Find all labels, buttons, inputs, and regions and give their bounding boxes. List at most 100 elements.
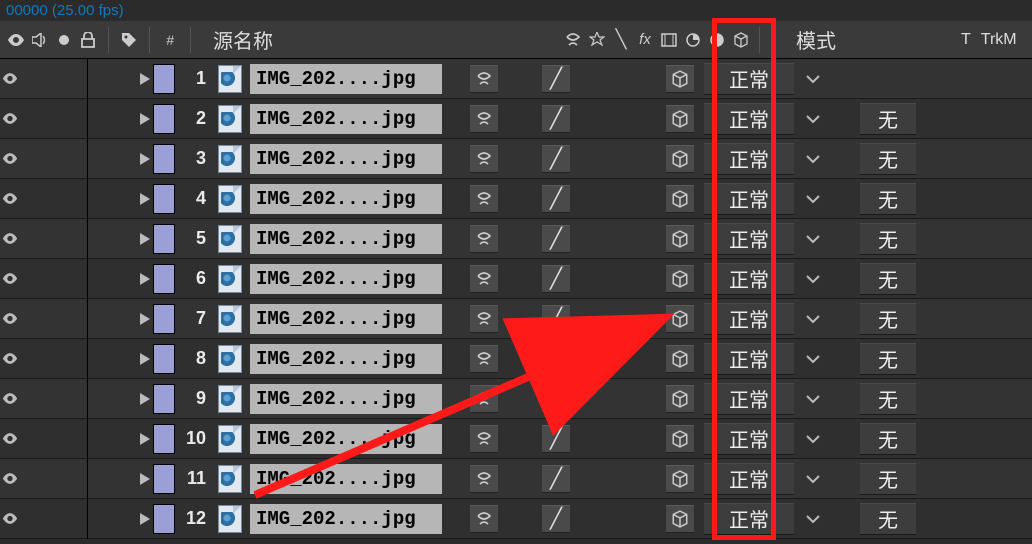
visibility-toggle[interactable]	[0, 393, 20, 404]
tag-icon[interactable]	[119, 30, 139, 50]
chevron-down-icon[interactable]	[798, 434, 828, 444]
layer-row[interactable]: 6IMG_202....jpg╱正常无	[0, 259, 1032, 299]
twirl-toggle[interactable]	[88, 393, 150, 405]
visibility-toggle[interactable]	[0, 273, 20, 284]
layer-color[interactable]	[150, 344, 178, 374]
layer-shy-toggle[interactable]	[466, 385, 502, 413]
layer-quality-toggle[interactable]: ╱	[538, 265, 574, 293]
twirl-toggle[interactable]	[88, 273, 150, 285]
layer-name[interactable]: IMG_202....jpg	[250, 224, 442, 254]
layer-row[interactable]: 3IMG_202....jpg╱正常无	[0, 139, 1032, 179]
chevron-down-icon[interactable]	[798, 154, 828, 164]
twirl-toggle[interactable]	[88, 353, 150, 365]
track-matte-dropdown[interactable]: 无	[860, 503, 916, 535]
speaker-icon[interactable]	[30, 30, 50, 50]
track-matte-dropdown[interactable]: 无	[860, 143, 916, 175]
track-matte-dropdown[interactable]: 无	[860, 343, 916, 375]
layer-quality-toggle[interactable]: ╱	[538, 465, 574, 493]
layer-shy-toggle[interactable]	[466, 105, 502, 133]
layer-3d-toggle[interactable]	[660, 65, 700, 93]
solo-icon[interactable]	[54, 30, 74, 50]
blend-mode-dropdown[interactable]: 正常	[704, 263, 794, 295]
chevron-down-icon[interactable]	[798, 194, 828, 204]
fx-icon[interactable]: fx	[635, 30, 655, 50]
track-matte-dropdown[interactable]: 无	[860, 183, 916, 215]
chevron-down-icon[interactable]	[798, 234, 828, 244]
3d-icon[interactable]	[731, 30, 751, 50]
layer-quality-toggle[interactable]: ╱	[538, 385, 574, 413]
visibility-toggle[interactable]	[0, 313, 20, 324]
layer-row[interactable]: 8IMG_202....jpg╱正常无	[0, 339, 1032, 379]
twirl-toggle[interactable]	[88, 233, 150, 245]
layer-color[interactable]	[150, 424, 178, 454]
track-matte-dropdown[interactable]: 无	[860, 423, 916, 455]
frame-blend-icon[interactable]	[659, 30, 679, 50]
visibility-toggle[interactable]	[0, 233, 20, 244]
layer-3d-toggle[interactable]	[660, 425, 700, 453]
layer-quality-toggle[interactable]: ╱	[538, 65, 574, 93]
layer-name[interactable]: IMG_202....jpg	[250, 424, 442, 454]
layer-row[interactable]: 5IMG_202....jpg╱正常无	[0, 219, 1032, 259]
mode-header[interactable]: 模式	[796, 25, 906, 54]
layer-name[interactable]: IMG_202....jpg	[250, 184, 442, 214]
trk-header[interactable]: TrkM	[981, 31, 1017, 49]
visibility-toggle[interactable]	[0, 433, 20, 444]
chevron-down-icon[interactable]	[798, 74, 828, 84]
layer-color[interactable]	[150, 224, 178, 254]
visibility-toggle[interactable]	[0, 473, 20, 484]
visibility-toggle[interactable]	[0, 153, 20, 164]
blend-mode-dropdown[interactable]: 正常	[704, 503, 794, 535]
visibility-toggle[interactable]	[0, 113, 20, 124]
visibility-toggle[interactable]	[0, 513, 20, 524]
visibility-toggle[interactable]	[0, 73, 20, 84]
hash-icon[interactable]: #	[160, 30, 180, 50]
twirl-toggle[interactable]	[88, 73, 150, 85]
motion-blur-icon[interactable]	[683, 30, 703, 50]
layer-3d-toggle[interactable]	[660, 265, 700, 293]
layer-shy-toggle[interactable]	[466, 345, 502, 373]
twirl-toggle[interactable]	[88, 513, 150, 525]
layer-row[interactable]: 2IMG_202....jpg╱正常无	[0, 99, 1032, 139]
layer-color[interactable]	[150, 64, 178, 94]
layer-row[interactable]: 12IMG_202....jpg╱正常无	[0, 499, 1032, 539]
layer-shy-toggle[interactable]	[466, 425, 502, 453]
t-header[interactable]: T	[961, 31, 971, 49]
chevron-down-icon[interactable]	[798, 314, 828, 324]
chevron-down-icon[interactable]	[798, 274, 828, 284]
chevron-down-icon[interactable]	[798, 514, 828, 524]
layer-3d-toggle[interactable]	[660, 505, 700, 533]
layer-3d-toggle[interactable]	[660, 185, 700, 213]
layer-shy-toggle[interactable]	[466, 465, 502, 493]
layer-quality-toggle[interactable]: ╱	[538, 345, 574, 373]
layer-quality-toggle[interactable]: ╱	[538, 225, 574, 253]
blend-mode-dropdown[interactable]: 正常	[704, 223, 794, 255]
blend-mode-dropdown[interactable]: 正常	[704, 303, 794, 335]
shy-icon[interactable]	[563, 30, 583, 50]
layer-name[interactable]: IMG_202....jpg	[250, 144, 442, 174]
blend-mode-dropdown[interactable]: 正常	[704, 103, 794, 135]
layer-3d-toggle[interactable]	[660, 345, 700, 373]
twirl-toggle[interactable]	[88, 313, 150, 325]
layer-3d-toggle[interactable]	[660, 465, 700, 493]
track-matte-dropdown[interactable]: 无	[860, 303, 916, 335]
blend-mode-dropdown[interactable]: 正常	[704, 63, 794, 95]
blend-mode-dropdown[interactable]: 正常	[704, 463, 794, 495]
layer-3d-toggle[interactable]	[660, 145, 700, 173]
layer-row[interactable]: 1IMG_202....jpg╱正常	[0, 59, 1032, 99]
layer-color[interactable]	[150, 464, 178, 494]
chevron-down-icon[interactable]	[798, 394, 828, 404]
track-matte-dropdown[interactable]: 无	[860, 463, 916, 495]
layer-color[interactable]	[150, 264, 178, 294]
track-matte-dropdown[interactable]: 无	[860, 263, 916, 295]
layer-name[interactable]: IMG_202....jpg	[250, 384, 442, 414]
layer-shy-toggle[interactable]	[466, 65, 502, 93]
layer-color[interactable]	[150, 144, 178, 174]
twirl-toggle[interactable]	[88, 473, 150, 485]
track-matte-dropdown[interactable]: 无	[860, 383, 916, 415]
visibility-toggle[interactable]	[0, 353, 20, 364]
layer-color[interactable]	[150, 104, 178, 134]
layer-quality-toggle[interactable]: ╱	[538, 505, 574, 533]
layer-name[interactable]: IMG_202....jpg	[250, 344, 442, 374]
layer-shy-toggle[interactable]	[466, 145, 502, 173]
layer-name[interactable]: IMG_202....jpg	[250, 304, 442, 334]
